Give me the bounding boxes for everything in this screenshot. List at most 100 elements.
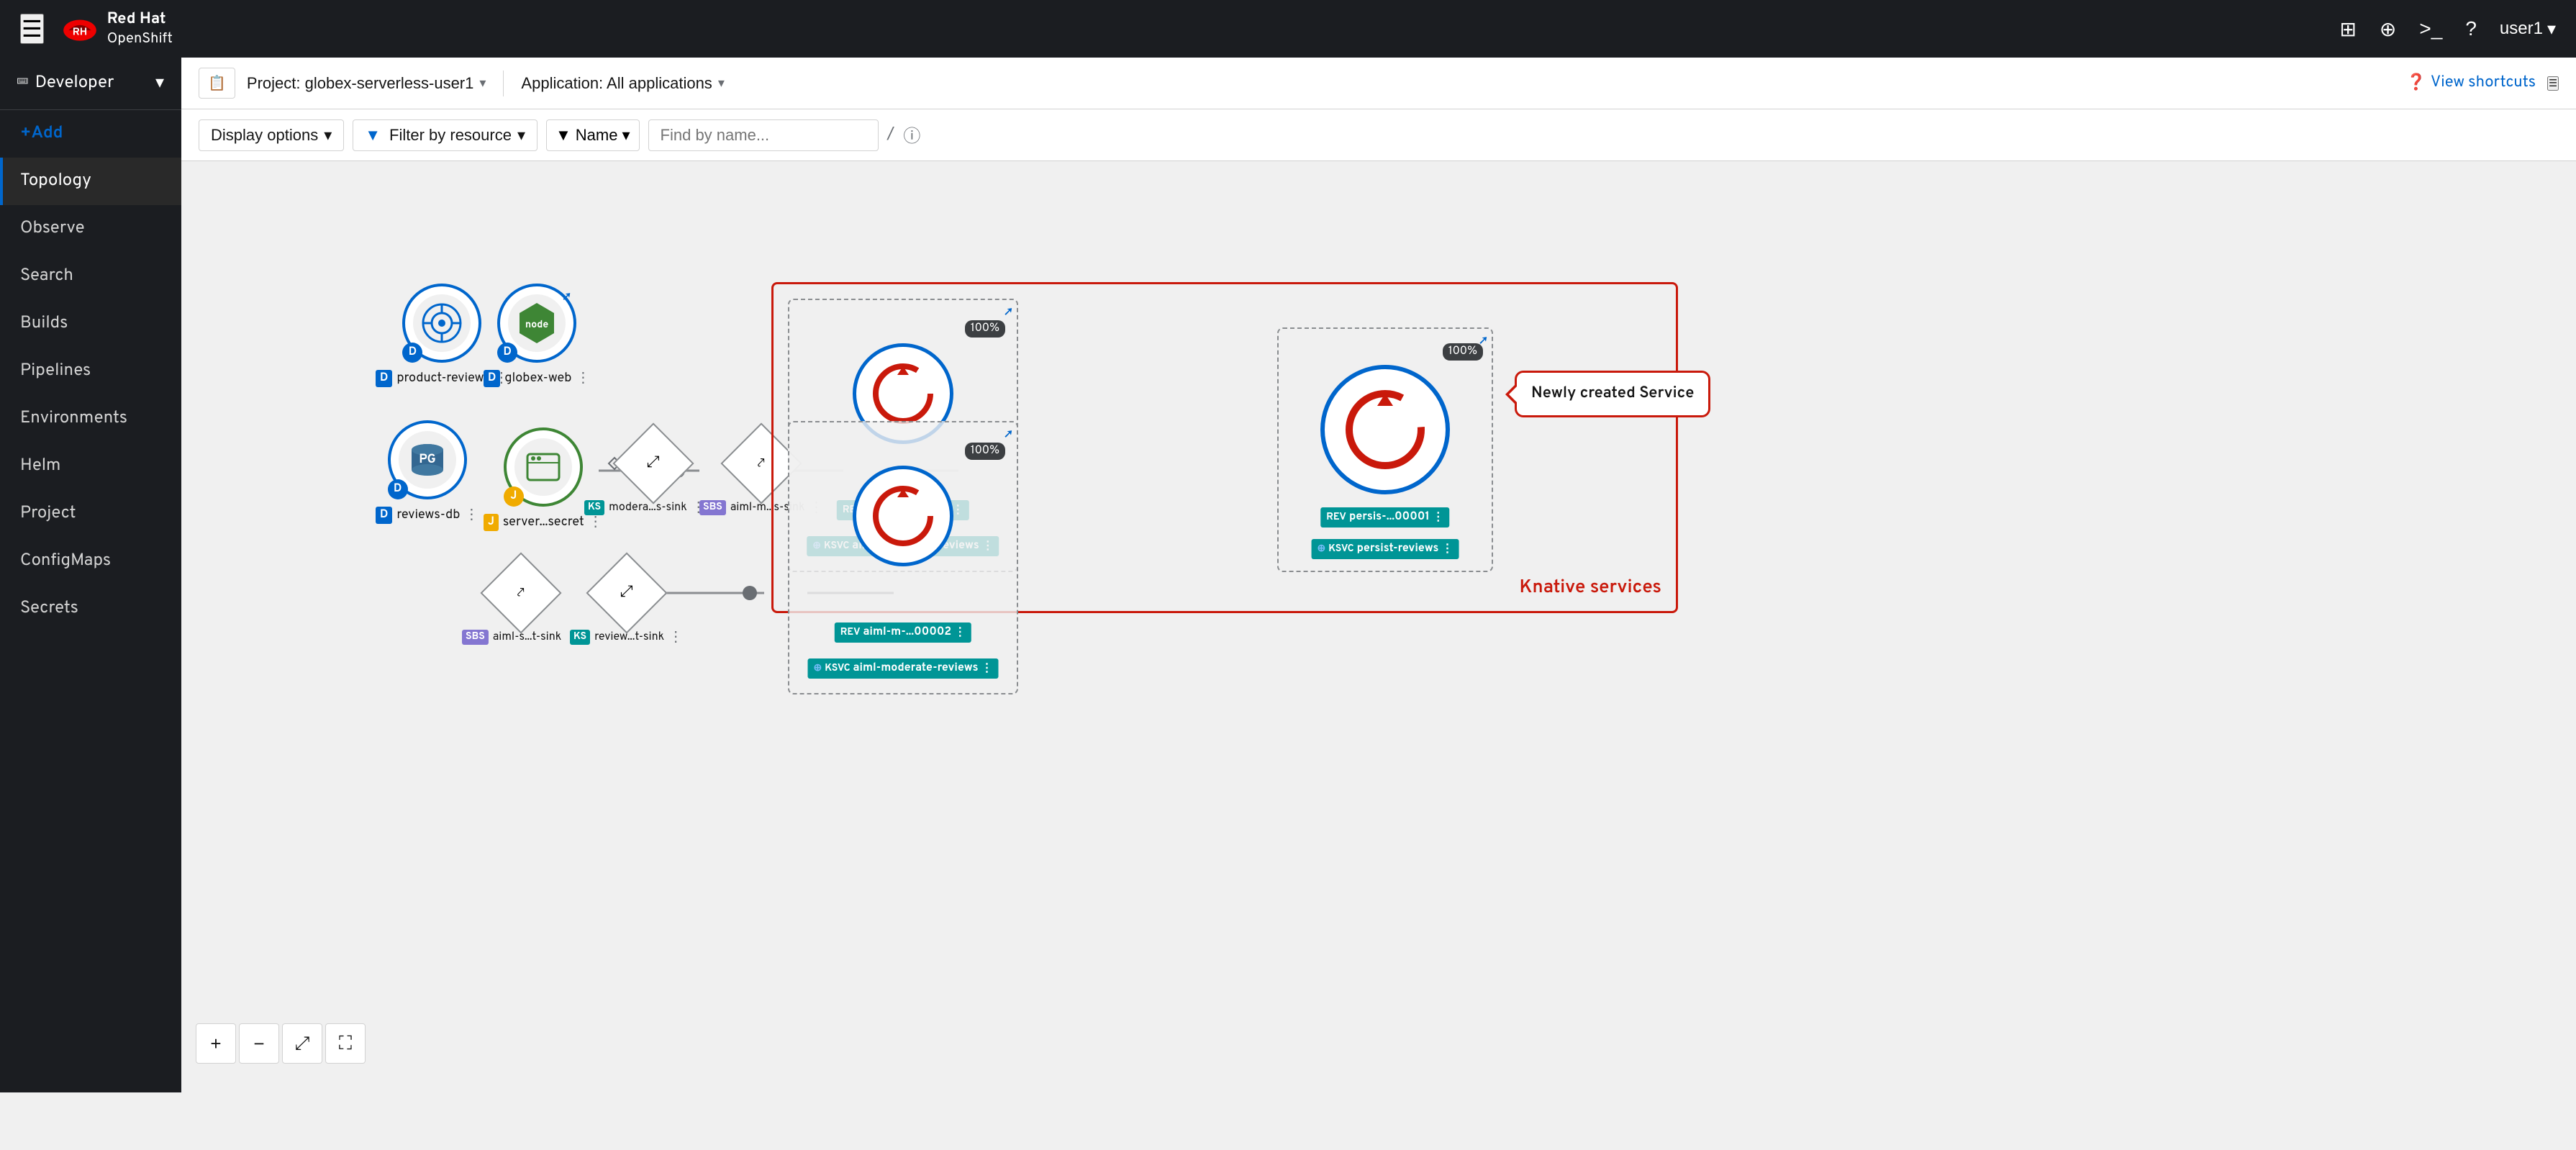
filter-by-resource-label: Filter by resource	[389, 126, 512, 145]
filter-icon: ▼	[365, 126, 381, 145]
j-badge: J	[484, 514, 499, 531]
brand-name: Red Hat OpenShift	[107, 10, 173, 48]
name-filter-label: Name	[576, 126, 618, 145]
product-reviews-icon	[420, 302, 463, 345]
circular-arrows-icon-2	[867, 480, 939, 552]
ksvc2-pct-badge: 100%	[965, 443, 1005, 460]
project-selector[interactable]: Project: globex-serverless-user1 ▾	[247, 74, 486, 93]
ksvc3-rev-kebab[interactable]: ⋮	[1433, 510, 1444, 525]
circular-arrows-icon-3	[1338, 383, 1432, 476]
circular-arrows-icon-1	[867, 358, 939, 430]
info-icon[interactable]: ⓘ	[903, 122, 920, 149]
user-name: user1	[2500, 19, 2543, 39]
node-reviews-db[interactable]: PG D D reviews-db ⋮	[376, 420, 479, 525]
help-icon-button[interactable]: ?	[2465, 17, 2477, 40]
aiml-s-symbol: ⤤	[517, 584, 525, 601]
grid-icon-button[interactable]: ⊞	[2339, 17, 2356, 41]
sidebar-item-add[interactable]: +Add	[0, 110, 181, 158]
nav-separator	[503, 71, 504, 96]
ksvc-persist-reviews[interactable]: ↗ 100% REV persis-...00001 ⋮	[1277, 327, 1493, 572]
name-chevron-icon: ▾	[622, 126, 630, 145]
display-options-button[interactable]: Display options ▾	[199, 119, 344, 151]
ksvc2-revision-circle[interactable]	[853, 466, 953, 566]
view-shortcuts-link[interactable]: ❓ View shortcuts	[2406, 73, 2536, 94]
display-options-chevron-icon: ▾	[324, 126, 332, 145]
sidebar-item-helm[interactable]: Helm	[0, 443, 181, 490]
app-selector[interactable]: Application: All applications ▾	[521, 74, 724, 93]
sidebar-item-secrets[interactable]: Secrets	[0, 585, 181, 633]
ksvc3-kebab[interactable]: ⋮	[1441, 541, 1453, 557]
ksvc2-badge: ⊕ KSVC aiml-moderate-reviews ⋮	[808, 658, 999, 679]
filter-chevron-icon: ▾	[517, 126, 525, 145]
review-t-kebab[interactable]: ⋮	[668, 628, 683, 647]
terminal-icon-button[interactable]: >_	[2419, 17, 2442, 40]
fit-icon: ⤢	[295, 1032, 310, 1055]
sidebar-item-pipelines[interactable]: Pipelines	[0, 348, 181, 395]
sidebar-item-project[interactable]: Project	[0, 490, 181, 538]
plus-icon-button[interactable]: ⊕	[2380, 17, 2396, 41]
product-reviews-circle[interactable]: D	[402, 284, 481, 363]
role-label: Developer	[35, 73, 114, 94]
badge-D-globex-web: D	[497, 343, 517, 363]
topology-view-icon-button[interactable]: 📋	[199, 68, 235, 99]
name-filter-selector[interactable]: ▼ Name ▾	[546, 119, 640, 151]
ksvc2-rev-badge: REV aiml-m-...00002 ⋮	[835, 622, 971, 643]
globex-web-circle[interactable]: ↗ node D	[497, 284, 576, 363]
globex-web-external-link-icon[interactable]: ↗	[563, 289, 571, 306]
svg-text:RH: RH	[72, 25, 87, 39]
role-icon: ⌨	[17, 73, 28, 94]
brand: RH Red Hat OpenShift	[61, 10, 173, 48]
sidebar: ⌨ Developer ▾ +Add Topology Observe Sear…	[0, 58, 181, 1092]
ksvc1-external-link-icon[interactable]: ↗	[1004, 304, 1012, 321]
deployment-badge-2: D	[484, 370, 500, 387]
filter-by-resource-button[interactable]: ▼ Filter by resource ▾	[353, 119, 538, 151]
deployment-badge: D	[376, 370, 392, 387]
expand-icon: ⛶	[339, 1032, 352, 1055]
hamburger-menu[interactable]: ☰	[20, 14, 44, 44]
reviews-db-circle[interactable]: PG D	[388, 420, 467, 499]
sidebar-item-observe[interactable]: Observe	[0, 205, 181, 253]
node-globex-web[interactable]: ↗ node D D globex-web ⋮	[484, 284, 590, 388]
sidebar-item-environments[interactable]: Environments	[0, 395, 181, 443]
knative-group: ↗ 100% REV aiml-s-...00002 ⋮	[771, 282, 1678, 613]
aiml-s-diamond[interactable]: ⤤	[481, 552, 562, 633]
expand-button[interactable]: ⛶	[325, 1023, 366, 1064]
server-secret-circle[interactable]: J	[504, 427, 583, 507]
ksvc2-external-link-icon[interactable]: ↗	[1004, 427, 1012, 443]
globex-web-kebab-menu[interactable]: ⋮	[576, 368, 590, 388]
display-options-label: Display options	[211, 126, 318, 145]
sidebar-item-search[interactable]: Search	[0, 253, 181, 300]
kafka-symbol: ⤢	[648, 453, 661, 473]
user-menu-button[interactable]: user1 ▾	[2500, 19, 2556, 40]
search-input[interactable]	[648, 119, 879, 151]
ksvc-aiml-moderate[interactable]: ↗ 100% REV aiml-m-...00002 ⋮ ⊕	[788, 421, 1018, 694]
globex-web-name: globex-web	[504, 370, 571, 386]
sidebar-item-builds[interactable]: Builds	[0, 300, 181, 348]
sbs-symbol: ⤤	[758, 455, 765, 471]
sidebar-item-topology[interactable]: Topology	[0, 158, 181, 205]
ks-badge: KS	[584, 500, 604, 515]
modera-diamond[interactable]: ⤢	[613, 422, 694, 504]
secondary-nav: 📋 Project: globex-serverless-user1 ▾ App…	[181, 58, 2576, 109]
svg-text:PG: PG	[419, 451, 436, 468]
fit-to-screen-button[interactable]: ⤢	[282, 1023, 322, 1064]
reviews-db-kebab-menu[interactable]: ⋮	[464, 505, 479, 525]
ksvc3-main-circle[interactable]	[1320, 365, 1450, 494]
redhat-logo-icon: RH	[61, 10, 99, 47]
ksvc2-kebab[interactable]: ⋮	[981, 661, 993, 676]
node-modera-s-sink[interactable]: ⤢ KS modera...s-sink ⋮	[584, 435, 706, 517]
project-chevron-icon: ▾	[479, 76, 486, 91]
ksvc2-rev-kebab[interactable]: ⋮	[954, 625, 966, 640]
review-t-diamond[interactable]: ⤢	[586, 552, 667, 633]
topology-canvas[interactable]: D D product-reviews ⋮ ↗ node D	[181, 161, 2576, 1092]
node-aiml-s-t-sink[interactable]: ⤤ SBS aiml-s...t-sink ⋮	[462, 564, 580, 647]
postgres-icon: PG	[406, 438, 449, 481]
zoom-in-button[interactable]: +	[196, 1023, 236, 1064]
list-view-icon-button[interactable]: ☰	[2547, 76, 2559, 91]
sidebar-item-configmaps[interactable]: ConfigMaps	[0, 538, 181, 585]
sidebar-role-selector[interactable]: ⌨ Developer ▾	[0, 58, 181, 110]
reviews-db-label: D reviews-db ⋮	[376, 505, 479, 525]
node-review-t-sink[interactable]: ⤢ KS review...t-sink ⋮	[570, 564, 683, 647]
zoom-out-button[interactable]: −	[239, 1023, 279, 1064]
main-content: 📋 Project: globex-serverless-user1 ▾ App…	[181, 58, 2576, 1092]
